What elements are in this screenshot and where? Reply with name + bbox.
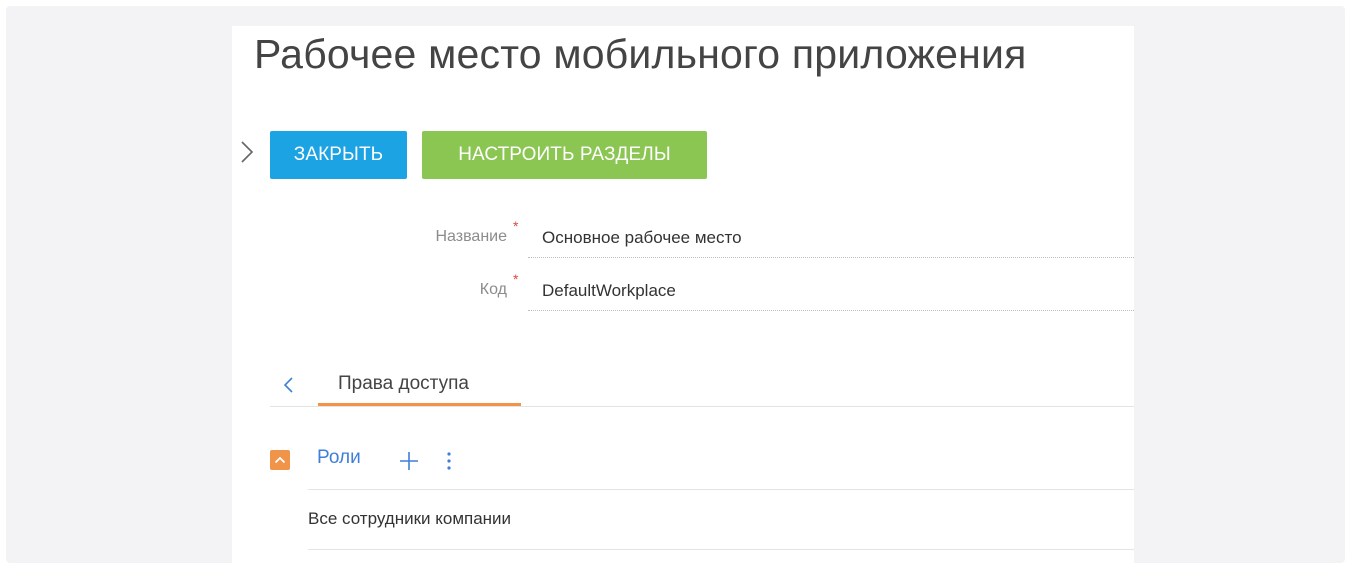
list-item[interactable]: Все сотрудники компании (308, 490, 1134, 550)
code-field-row: Код * DefaultWorkplace (232, 271, 1134, 311)
name-field-label: Название (435, 228, 508, 245)
plus-icon[interactable] (398, 450, 420, 472)
name-field-row: Название * Основное рабочее место (232, 218, 1134, 258)
more-vertical-icon[interactable] (444, 450, 454, 472)
chevron-right-icon[interactable] (238, 139, 256, 165)
chevron-left-icon[interactable] (282, 373, 296, 397)
code-field-label: Код (479, 281, 507, 298)
close-button[interactable]: ЗАКРЫТЬ (270, 131, 407, 179)
tab-access-rights[interactable]: Права доступа (318, 366, 521, 406)
page-title: Рабочее место мобильного приложения (254, 31, 1027, 77)
chevron-up-icon[interactable] (270, 450, 290, 470)
workplace-card: Рабочее место мобильного приложения ЗАКР… (232, 26, 1134, 568)
name-required-mark: * (513, 218, 519, 234)
name-field[interactable]: Основное рабочее место (528, 218, 1134, 258)
code-required-mark: * (513, 271, 519, 287)
roles-group-title[interactable]: Роли (317, 447, 361, 469)
setup-sections-button[interactable]: НАСТРОИТЬ РАЗДЕЛЫ (422, 131, 707, 179)
page-background: Рабочее место мобильного приложения ЗАКР… (6, 6, 1345, 568)
tabs-bar: Права доступа (270, 366, 1134, 407)
code-field[interactable]: DefaultWorkplace (528, 271, 1134, 311)
